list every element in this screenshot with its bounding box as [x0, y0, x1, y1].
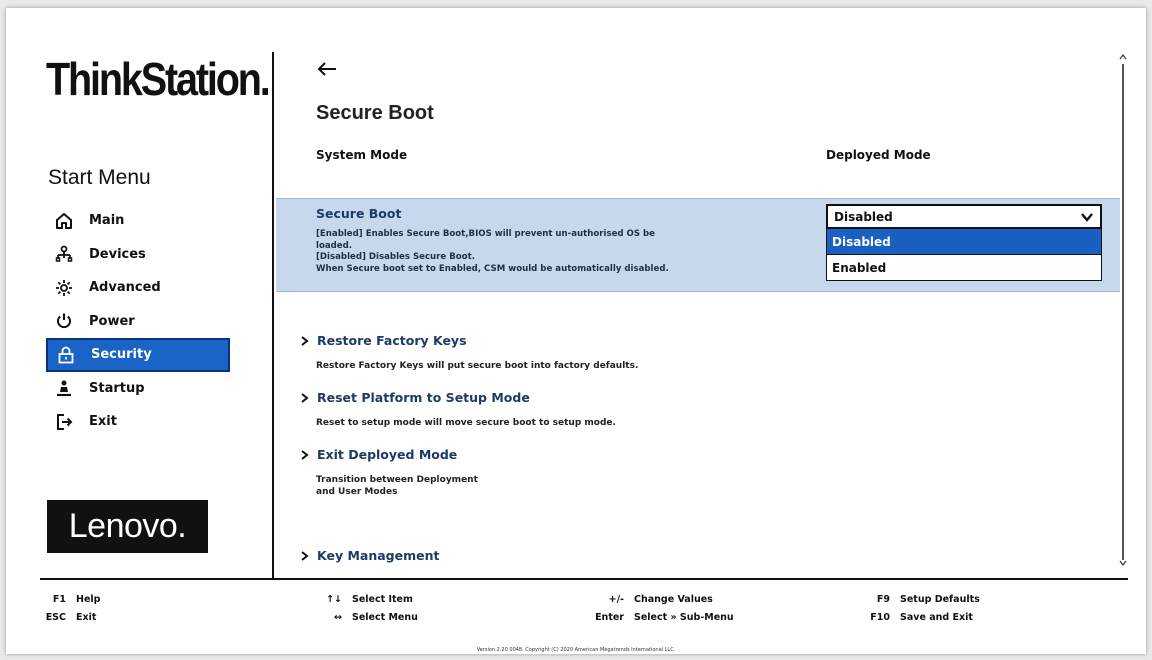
footer-key: F9	[876, 593, 890, 605]
description-line: Reset to setup mode will move secure boo…	[316, 418, 616, 428]
startup-icon	[53, 378, 75, 398]
advanced-icon	[53, 278, 75, 298]
sidebar-item-startup[interactable]: Startup	[46, 372, 230, 406]
version-copyright: Version 2.20 0048. Copyright (C) 2020 Am…	[476, 647, 676, 653]
chevron-down-icon	[1080, 210, 1094, 224]
sidebar-item-security[interactable]: Security	[46, 338, 230, 372]
description-line: Transition between Deployment	[316, 475, 478, 485]
footer-key: +/-	[608, 593, 624, 605]
footer-action: Select Menu	[352, 611, 418, 623]
footer-help-column: F1 Help ESC Exit	[44, 590, 101, 626]
description-line: loaded.	[316, 240, 353, 251]
sidebar-item-label: Main	[89, 213, 125, 229]
start-menu: Main Devices Advanced Power Security Sta…	[46, 204, 230, 439]
chevron-right-icon	[300, 335, 310, 347]
description-line: [Enabled] Enables Secure Boot,BIOS will …	[316, 229, 656, 239]
footer-action: Help	[76, 593, 101, 605]
link-label: Key Management	[317, 548, 440, 563]
system-mode-value: Deployed Mode	[826, 148, 931, 162]
description-line: When Secure boot set to Enabled, CSM wou…	[316, 263, 669, 274]
restore-factory-keys-link[interactable]: Restore Factory Keys	[300, 333, 467, 348]
sidebar-item-label: Startup	[89, 380, 145, 396]
start-menu-title: Start Menu	[48, 166, 151, 189]
description-line: and User Modes	[316, 487, 398, 497]
sidebar-divider	[272, 52, 274, 578]
footer-action: Save and Exit	[900, 611, 973, 623]
sidebar-item-advanced[interactable]: Advanced	[46, 271, 230, 305]
sidebar-item-label: Security	[91, 347, 152, 363]
footer-key: F1	[52, 593, 66, 605]
sidebar-item-main[interactable]: Main	[46, 204, 230, 238]
power-icon	[53, 311, 75, 331]
scroll-up-icon[interactable]	[1118, 52, 1128, 62]
chevron-right-icon	[300, 550, 310, 562]
lenovo-logo: Lenovo.	[47, 500, 208, 553]
footer-key: ESC	[45, 611, 66, 623]
key-management-link[interactable]: Key Management	[300, 548, 439, 563]
secure-boot-options: Disabled Enabled	[826, 229, 1102, 281]
sidebar-item-label: Advanced	[89, 280, 161, 296]
footer-action: Exit	[76, 611, 97, 623]
footer-key: ↔	[334, 611, 342, 623]
exit-deployed-mode-description: Transition between Deployment and User M…	[316, 474, 478, 498]
restore-factory-keys-description: Restore Factory Keys will put secure boo…	[316, 360, 638, 372]
back-arrow-icon[interactable]	[316, 58, 338, 80]
sidebar-item-label: Power	[89, 313, 135, 329]
footer-action: Change Values	[634, 593, 713, 605]
chevron-right-icon	[300, 449, 310, 461]
link-label: Exit Deployed Mode	[317, 447, 458, 462]
description-line: [Disabled] Disables Secure Boot.	[316, 252, 475, 262]
select-value: Disabled	[834, 209, 893, 224]
footer-key: Enter	[595, 611, 624, 623]
scroll-down-icon[interactable]	[1118, 558, 1128, 568]
footer-navigation-column: ↑↓ Select Item ↔ Select Menu	[324, 590, 418, 626]
footer-save-column: F9 Setup Defaults F10 Save and Exit	[856, 590, 980, 626]
footer-action: Select Item	[352, 593, 413, 605]
scrollbar[interactable]	[1118, 52, 1128, 568]
sidebar-item-label: Devices	[89, 246, 146, 262]
scrollbar-track[interactable]	[1122, 64, 1124, 560]
secure-boot-description: [Enabled] Enables Secure Boot,BIOS will …	[316, 229, 736, 275]
footer-action: Setup Defaults	[900, 593, 980, 605]
sidebar-item-exit[interactable]: Exit	[46, 405, 230, 439]
sidebar-item-power[interactable]: Power	[46, 305, 230, 339]
lock-icon	[55, 345, 77, 365]
reset-platform-description: Reset to setup mode will move secure boo…	[316, 417, 616, 429]
devices-icon	[53, 244, 75, 264]
sidebar-item-label: Exit	[89, 414, 117, 430]
footer-divider	[40, 578, 1128, 580]
footer-key: ↑↓	[326, 593, 342, 605]
description-line: Restore Factory Keys will put secure boo…	[316, 361, 639, 371]
thinkstation-logo: ThinkStation.	[46, 53, 271, 105]
footer-key: F10	[870, 611, 890, 623]
home-icon	[53, 211, 75, 231]
footer-values-column: +/- Change Values Enter Select » Sub-Menu	[586, 590, 734, 626]
link-label: Reset Platform to Setup Mode	[317, 390, 530, 405]
page-title: Secure Boot	[316, 102, 434, 124]
reset-platform-setup-mode-link[interactable]: Reset Platform to Setup Mode	[300, 390, 530, 405]
link-label: Restore Factory Keys	[317, 333, 467, 348]
sidebar-item-devices[interactable]: Devices	[46, 238, 230, 272]
secure-boot-select[interactable]: Disabled	[826, 204, 1102, 229]
option-disabled[interactable]: Disabled	[827, 229, 1101, 255]
option-enabled[interactable]: Enabled	[827, 255, 1101, 280]
chevron-right-icon	[300, 392, 310, 404]
footer-action: Select » Sub-Menu	[634, 611, 734, 623]
secure-boot-label: Secure Boot	[316, 206, 402, 221]
exit-icon	[53, 412, 75, 432]
exit-deployed-mode-link[interactable]: Exit Deployed Mode	[300, 447, 457, 462]
system-mode-label: System Mode	[316, 148, 408, 162]
